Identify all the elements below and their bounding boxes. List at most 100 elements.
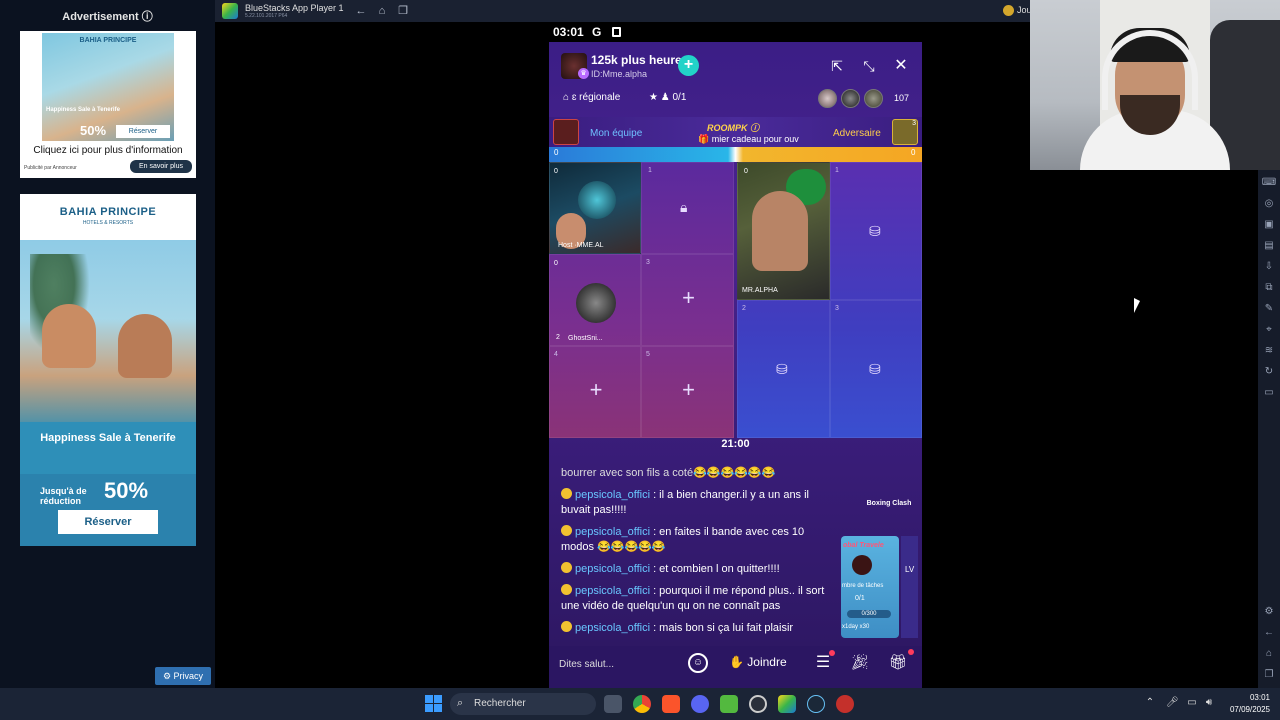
- add-seat-icon: +: [682, 285, 695, 310]
- chat-text: bourrer avec son fils a coté😂😂😂😂😂😂: [561, 467, 776, 478]
- pk-score-bar: [549, 147, 922, 162]
- chat-user[interactable]: pepsicola_offici: [575, 622, 650, 634]
- location-icon[interactable]: ⌖: [1261, 322, 1277, 338]
- user-badge-icon: [561, 584, 572, 595]
- search-placeholder[interactable]: Rechercher: [474, 698, 526, 709]
- person-image: [42, 304, 96, 368]
- viewer-avatar[interactable]: [818, 89, 837, 108]
- volume-icon[interactable]: 🔊︎: [1203, 697, 1215, 709]
- home-icon[interactable]: ⌂: [375, 4, 389, 18]
- adversary-camera: [752, 191, 808, 271]
- media-player-icon[interactable]: [836, 695, 854, 713]
- seat-3[interactable]: 3 ⛁: [830, 300, 922, 438]
- room-title: 125k plus heure: [591, 53, 682, 67]
- chat-user[interactable]: pepsicola_offici: [575, 526, 650, 538]
- close-icon[interactable]: ✕: [891, 56, 911, 76]
- window-version: 5.22.101.2017 P64: [245, 13, 288, 19]
- seat-host[interactable]: 0 Host ·MME.AL: [549, 162, 641, 254]
- seat-label: MR.ALPHA: [742, 287, 778, 294]
- viewer-avatar[interactable]: [841, 89, 860, 108]
- display-icon[interactable]: ▭: [1186, 697, 1198, 709]
- seat-3[interactable]: 3 +: [641, 254, 734, 346]
- media-icon[interactable]: ▤: [1261, 238, 1277, 254]
- discord-icon[interactable]: [691, 695, 709, 713]
- follow-button[interactable]: +: [678, 55, 699, 76]
- add-seat-icon: +: [589, 377, 603, 402]
- event-side-panel[interactable]: [901, 536, 918, 638]
- task-view-icon[interactable]: [604, 695, 622, 713]
- gamepad-icon[interactable]: ◎: [1261, 196, 1277, 212]
- microphone-icon[interactable]: 🎤︎: [1166, 697, 1179, 709]
- join-button[interactable]: ✋ Joindre: [729, 655, 787, 669]
- chat-user[interactable]: pepsicola_offici: [575, 563, 650, 575]
- back-nav-icon[interactable]: ←: [1261, 625, 1277, 641]
- keyboard-icon[interactable]: ⌨: [1261, 175, 1277, 191]
- app-icon[interactable]: [720, 695, 738, 713]
- multi-instance-icon[interactable]: ⧉: [1261, 280, 1277, 296]
- sofa-icon: ⛁: [869, 361, 881, 377]
- menu-icon[interactable]: ☰: [813, 653, 833, 673]
- my-team-seats: 0 Host ·MME.AL 1 🔒︎ 0 2 GhostSni... 3 + …: [549, 162, 734, 438]
- sync-icon[interactable]: ↻: [1261, 364, 1277, 380]
- ad-banner-small[interactable]: BAHIA PRINCIPE Happiness Sale à Tenerife…: [20, 31, 196, 178]
- ghost-avatar: [576, 283, 616, 323]
- ad-logo: BAHIA PRINCIPE: [79, 37, 137, 44]
- seat-2[interactable]: 2 ⛁: [737, 300, 830, 438]
- obs-icon[interactable]: [749, 695, 767, 713]
- recent-nav-icon[interactable]: ❐: [1261, 667, 1277, 683]
- room-level[interactable]: ★ ♟ 0/1: [649, 92, 686, 103]
- seat-number: 1: [835, 167, 839, 174]
- macro-icon[interactable]: ✎: [1261, 301, 1277, 317]
- clock-time[interactable]: 03:01: [1226, 693, 1270, 702]
- seat-1[interactable]: 1 ⛁: [830, 162, 922, 300]
- seat-5[interactable]: 5 +: [641, 346, 734, 438]
- account-icon[interactable]: [1003, 5, 1014, 16]
- room-pk-logo[interactable]: ROOMPK ⓘ: [707, 121, 759, 134]
- share-icon[interactable]: ⇱: [827, 56, 847, 76]
- seat-number: 2: [556, 334, 560, 341]
- adversary-avatar[interactable]: 3: [892, 119, 918, 145]
- minimize-icon[interactable]: ⤡: [859, 56, 879, 76]
- viewer-count[interactable]: 107: [894, 93, 909, 103]
- chrome-icon[interactable]: [633, 695, 651, 713]
- viewer-avatar[interactable]: [864, 89, 883, 108]
- seat-2[interactable]: 0 2 GhostSni...: [549, 254, 641, 346]
- layers-icon[interactable]: ≋: [1261, 343, 1277, 359]
- ad-image[interactable]: BAHIA PRINCIPE Happiness Sale à Tenerife…: [42, 33, 174, 141]
- clock-date[interactable]: 07/09/2025: [1216, 705, 1270, 714]
- settings-icon[interactable]: ⚙: [1261, 604, 1277, 620]
- seat-4[interactable]: 4 +: [549, 346, 641, 438]
- ad-cta-text[interactable]: Cliquez ici pour plus d'information: [20, 145, 196, 156]
- region-tag[interactable]: ⌂ ɛ régionale: [563, 92, 620, 103]
- install-apk-icon[interactable]: ⇩: [1261, 259, 1277, 275]
- ad-banner-large[interactable]: BAHIA PRINCIPE HOTELS & RESORTS Happines…: [20, 194, 196, 546]
- boxing-clash-widget[interactable]: Boxing Clash: [861, 500, 917, 507]
- chat-user[interactable]: pepsicola_offici: [575, 489, 650, 501]
- my-team-avatar[interactable]: [553, 119, 579, 145]
- back-icon[interactable]: ←: [354, 4, 368, 18]
- host-id: ID:Mme.alpha: [591, 69, 648, 79]
- bluestacks-icon[interactable]: [778, 695, 796, 713]
- gift-icon[interactable]: 🎁︎: [887, 652, 909, 674]
- notification-dot: [908, 649, 914, 655]
- chat-input[interactable]: [559, 654, 679, 674]
- steam-icon[interactable]: [807, 695, 825, 713]
- chat-user[interactable]: pepsicola_offici: [575, 585, 650, 597]
- seat-number: 5: [646, 351, 650, 358]
- seat-score: 0: [554, 168, 558, 175]
- privacy-button[interactable]: ⚙ Privacy: [155, 667, 211, 685]
- tray-chevron-icon[interactable]: ⌃: [1144, 697, 1156, 709]
- home-nav-icon[interactable]: ⌂: [1261, 646, 1277, 662]
- more-icon[interactable]: ▭: [1261, 385, 1277, 401]
- emoji-icon[interactable]: ☺: [688, 653, 708, 673]
- seat-1[interactable]: 1 🔒︎: [641, 162, 734, 254]
- ad-reserve-button[interactable]: Réserver: [116, 125, 170, 138]
- ad-reserve-button[interactable]: Réserver: [58, 510, 158, 534]
- screenshot-icon[interactable]: ▣: [1261, 217, 1277, 233]
- party-horn-icon[interactable]: 🎉︎: [849, 652, 871, 674]
- ad-learn-more-button[interactable]: En savoir plus: [130, 160, 192, 173]
- recent-apps-icon[interactable]: ❐: [396, 4, 410, 18]
- start-icon[interactable]: [425, 695, 442, 712]
- seat-adversary-host[interactable]: 0 MR.ALPHA: [737, 162, 830, 300]
- brave-icon[interactable]: [662, 695, 680, 713]
